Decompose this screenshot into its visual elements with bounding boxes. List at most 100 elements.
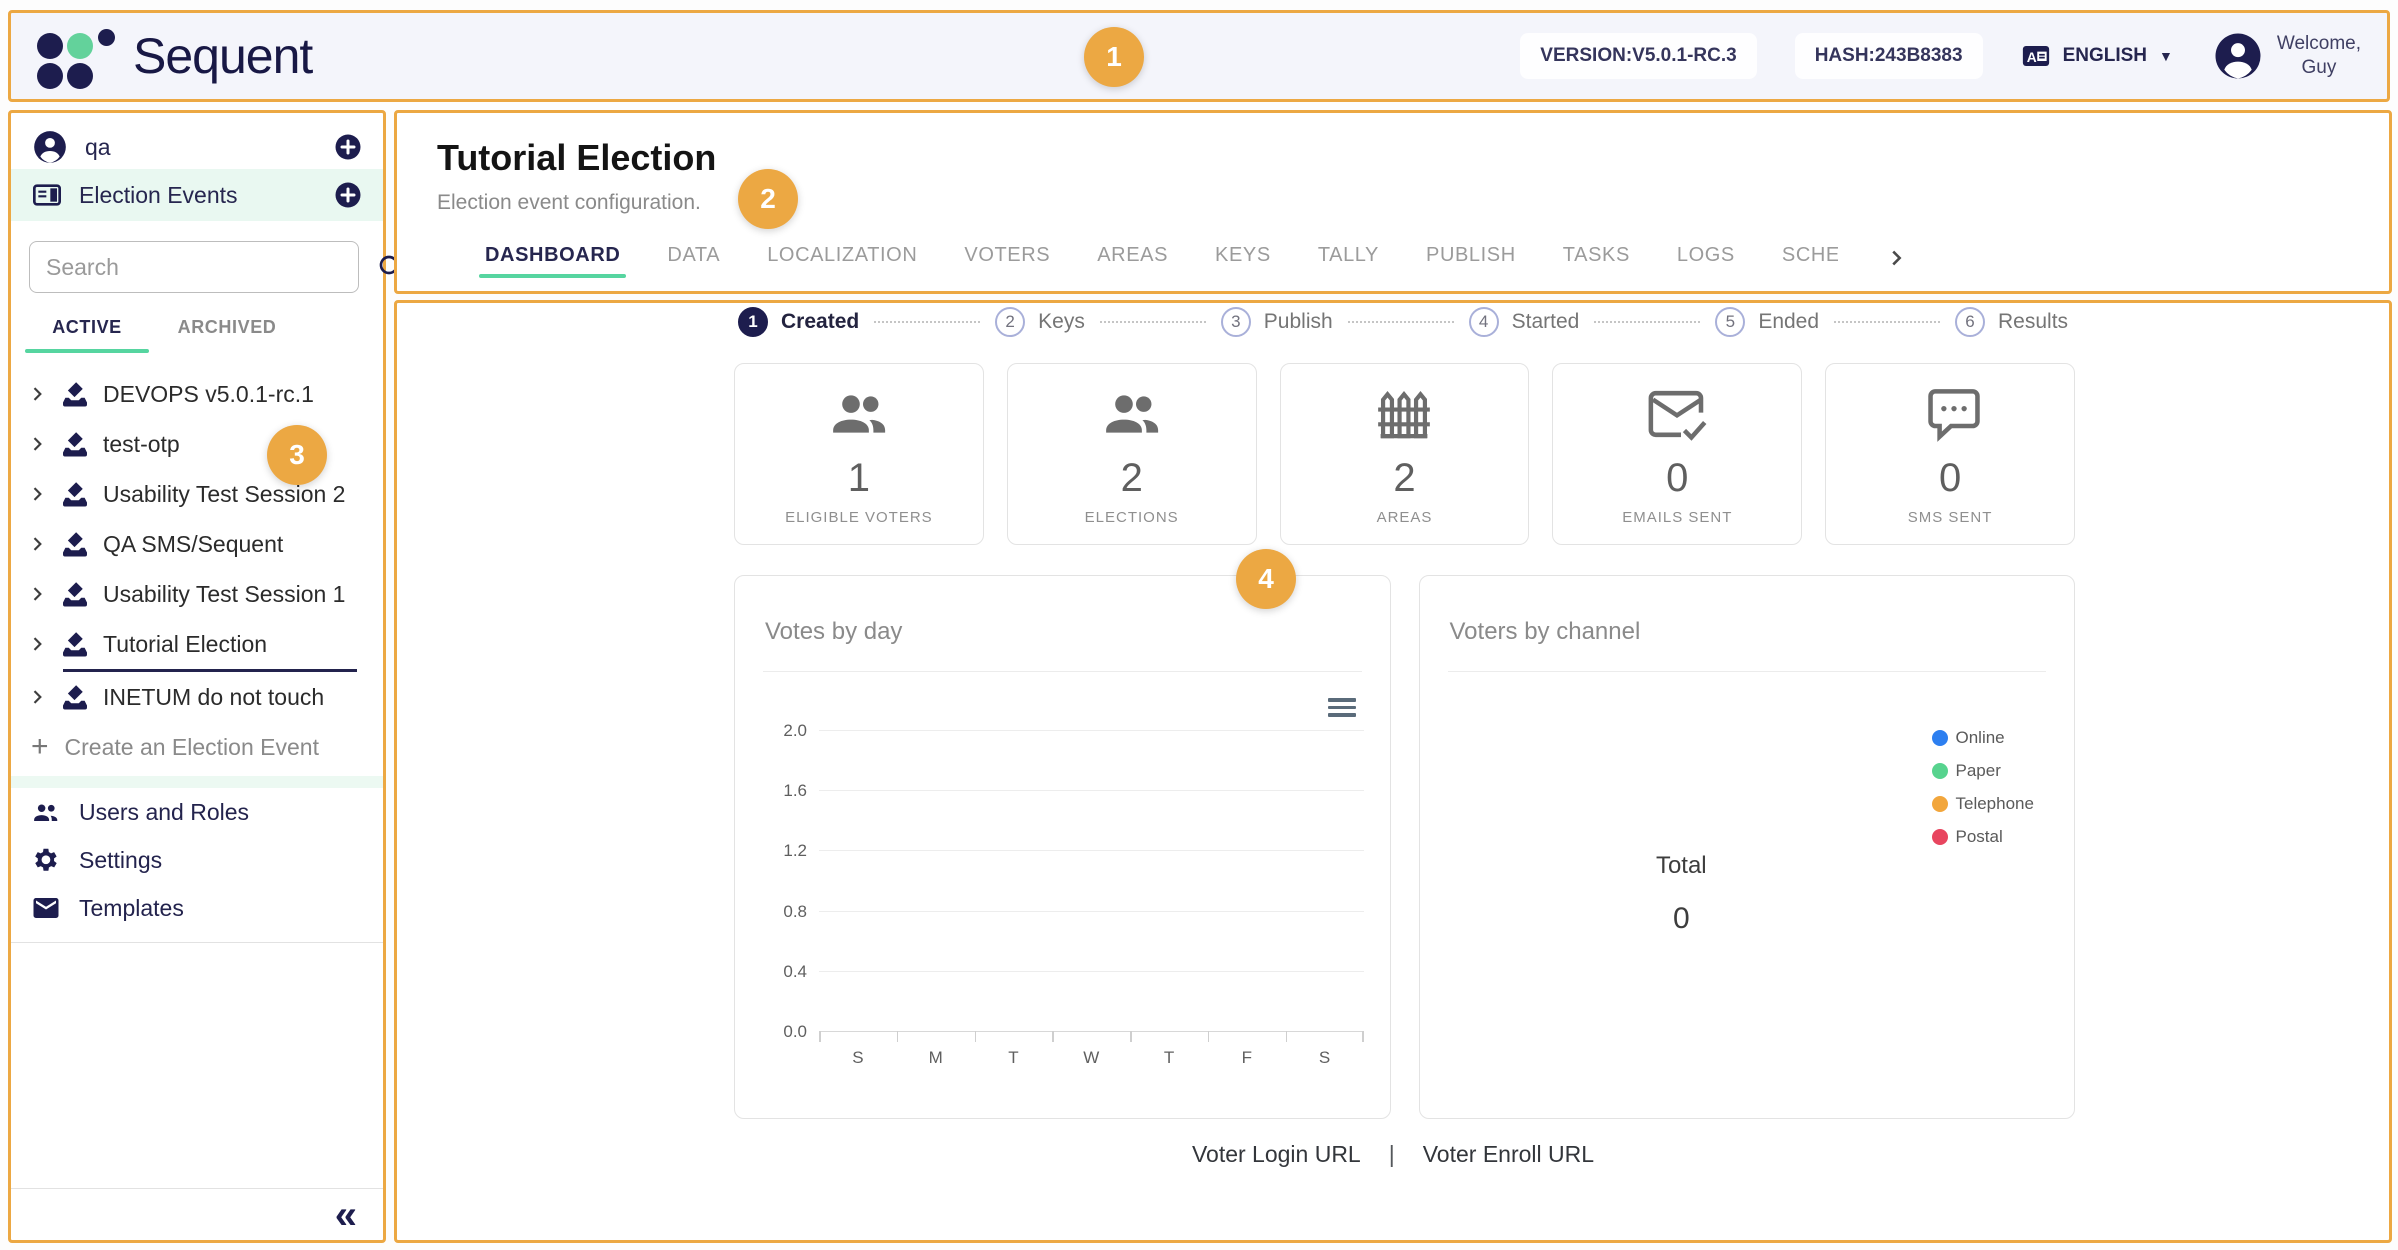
- tab-tally[interactable]: TALLY: [1318, 244, 1379, 291]
- step-keys: 2 Keys: [995, 307, 1085, 337]
- search-input[interactable]: [29, 241, 359, 293]
- stat-emails-sent: 0 EMAILS SENT: [1552, 363, 1802, 545]
- hash-badge: HASH:243B8383: [1795, 33, 1983, 79]
- fence-icon: [1372, 382, 1436, 446]
- divider: [763, 671, 1362, 672]
- step-publish: 3 Publish: [1221, 307, 1333, 337]
- step-started: 4 Started: [1469, 307, 1580, 337]
- chart-title: Votes by day: [765, 618, 902, 646]
- step-connector: [1594, 321, 1700, 323]
- sidebar-item-templates[interactable]: Templates: [11, 884, 383, 932]
- chart-legend: Online Paper Telephone Postal: [1932, 728, 2034, 847]
- svg-text:A: A: [2026, 50, 2036, 65]
- create-election-event-button[interactable]: + Create an Election Event: [11, 722, 383, 772]
- workspace-avatar-icon: [31, 128, 69, 166]
- app-page: Sequent VERSION:V5.0.1-RC.3 HASH:243B838…: [0, 0, 2398, 1250]
- translate-icon: A: [2021, 41, 2051, 71]
- chevron-right-icon[interactable]: [27, 687, 47, 707]
- tab-voters[interactable]: VOTERS: [964, 244, 1050, 291]
- list-item-tutorial-election[interactable]: Tutorial Election: [11, 619, 383, 669]
- tab-tasks[interactable]: TASKS: [1563, 244, 1630, 291]
- envelope-icon: [31, 893, 61, 923]
- list-item-qa-sms[interactable]: QA SMS/Sequent: [11, 519, 383, 569]
- x-axis-labels: S M T W T F S: [819, 1048, 1364, 1068]
- collapse-sidebar-button[interactable]: «: [335, 1195, 357, 1235]
- voter-url-links: Voter Login URL | Voter Enroll URL: [397, 1141, 2389, 1168]
- stat-elections: 2 ELECTIONS: [1007, 363, 1257, 545]
- step-results: 6 Results: [1955, 307, 2068, 337]
- chevron-right-icon[interactable]: [27, 384, 47, 404]
- stat-cards: 1 ELIGIBLE VOTERS 2 ELECTIONS 2 AREAS: [734, 363, 2075, 545]
- mail-check-icon: [1645, 382, 1709, 446]
- add-election-event-button[interactable]: [333, 180, 363, 210]
- tab-logs[interactable]: LOGS: [1677, 244, 1735, 291]
- tab-schedule[interactable]: SCHE: [1782, 244, 1838, 291]
- chevron-right-icon[interactable]: [27, 434, 47, 454]
- tab-localization[interactable]: LOCALIZATION: [767, 244, 917, 291]
- plus-icon: +: [31, 732, 49, 762]
- ballot-box-icon: [60, 379, 90, 409]
- ballot-box-icon: [60, 579, 90, 609]
- stat-value: 2: [1121, 456, 1143, 501]
- y-tick: 1.6: [757, 781, 807, 801]
- election-stepper: 1 Created 2 Keys 3 Publish 4 Started 5 E…: [738, 307, 2068, 337]
- stat-eligible-voters: 1 ELIGIBLE VOTERS: [734, 363, 984, 545]
- sidebar-item-settings[interactable]: Settings: [11, 836, 383, 884]
- workspace-row[interactable]: qa: [11, 125, 383, 169]
- sequent-logo: Sequent: [37, 24, 312, 88]
- page-title: Tutorial Election: [437, 137, 2389, 179]
- tab-areas[interactable]: AREAS: [1097, 244, 1168, 291]
- top-header: Sequent VERSION:V5.0.1-RC.3 HASH:243B838…: [8, 10, 2390, 102]
- election-list: DEVOPS v5.0.1-rc.1 test-otp Usability Te…: [11, 369, 383, 772]
- tab-data[interactable]: DATA: [667, 244, 720, 291]
- annotation-badge-4: 4: [1236, 549, 1296, 609]
- brand-name: Sequent: [133, 27, 312, 85]
- users-icon: [31, 797, 61, 827]
- stat-areas: 2 AREAS: [1280, 363, 1530, 545]
- sequent-logo-icon: [37, 24, 119, 88]
- chevron-right-icon[interactable]: [27, 534, 47, 554]
- legend-item-online: Online: [1932, 728, 2034, 748]
- annotation-badge-1: 1: [1084, 27, 1144, 87]
- x-tick: M: [897, 1048, 975, 1068]
- list-item-inetum[interactable]: INETUM do not touch: [11, 672, 383, 722]
- sidebar-item-users-and-roles[interactable]: Users and Roles: [11, 788, 383, 836]
- legend-item-postal: Postal: [1932, 827, 2034, 847]
- chevron-right-icon[interactable]: [27, 634, 47, 654]
- page-header: Tutorial Election Election event configu…: [394, 110, 2392, 294]
- chevron-down-icon: ▼: [2159, 48, 2173, 64]
- step-connector: [874, 321, 980, 323]
- chart-menu-icon[interactable]: [1328, 698, 1356, 721]
- ballot-box-icon: [60, 429, 90, 459]
- voter-login-url-link[interactable]: Voter Login URL: [1192, 1141, 1361, 1168]
- tab-active[interactable]: ACTIVE: [17, 317, 157, 353]
- chevron-right-icon[interactable]: [27, 484, 47, 504]
- voter-enroll-url-link[interactable]: Voter Enroll URL: [1423, 1141, 1594, 1168]
- main-tab-bar: DASHBOARD DATA LOCALIZATION VOTERS AREAS…: [485, 244, 1907, 291]
- tabs-scroll-right-icon[interactable]: [1885, 247, 1907, 269]
- list-item-usability-2[interactable]: Usability Test Session 2: [11, 469, 383, 519]
- legend-dot: [1932, 829, 1948, 845]
- tab-publish[interactable]: PUBLISH: [1426, 244, 1516, 291]
- step-connector: [1348, 321, 1454, 323]
- ballot-box-icon: [60, 529, 90, 559]
- list-item-devops[interactable]: DEVOPS v5.0.1-rc.1: [11, 369, 383, 419]
- chart-title: Voters by channel: [1450, 618, 1641, 646]
- add-workspace-button[interactable]: [333, 132, 363, 162]
- dashboard-content: 1 Created 2 Keys 3 Publish 4 Started 5 E…: [394, 300, 2392, 1243]
- tab-keys[interactable]: KEYS: [1215, 244, 1271, 291]
- chevron-right-icon[interactable]: [27, 584, 47, 604]
- election-events-section[interactable]: Election Events: [11, 169, 383, 221]
- ballot-box-icon: [60, 629, 90, 659]
- list-item-usability-1[interactable]: Usability Test Session 1: [11, 569, 383, 619]
- avatar-icon: [2211, 29, 2265, 83]
- language-selector[interactable]: A ENGLISH ▼: [2021, 41, 2173, 71]
- chart-plot-area: 2.0 1.6 1.2 0.8 0.4 0.0: [819, 730, 1364, 1031]
- stat-value: 2: [1393, 456, 1415, 501]
- user-menu[interactable]: Welcome, Guy: [2211, 29, 2361, 83]
- tab-dashboard[interactable]: DASHBOARD: [485, 244, 620, 291]
- legend-item-telephone: Telephone: [1932, 794, 2034, 814]
- list-item-test-otp[interactable]: test-otp: [11, 419, 383, 469]
- tab-archived[interactable]: ARCHIVED: [157, 317, 297, 353]
- stat-value: 0: [1666, 456, 1688, 501]
